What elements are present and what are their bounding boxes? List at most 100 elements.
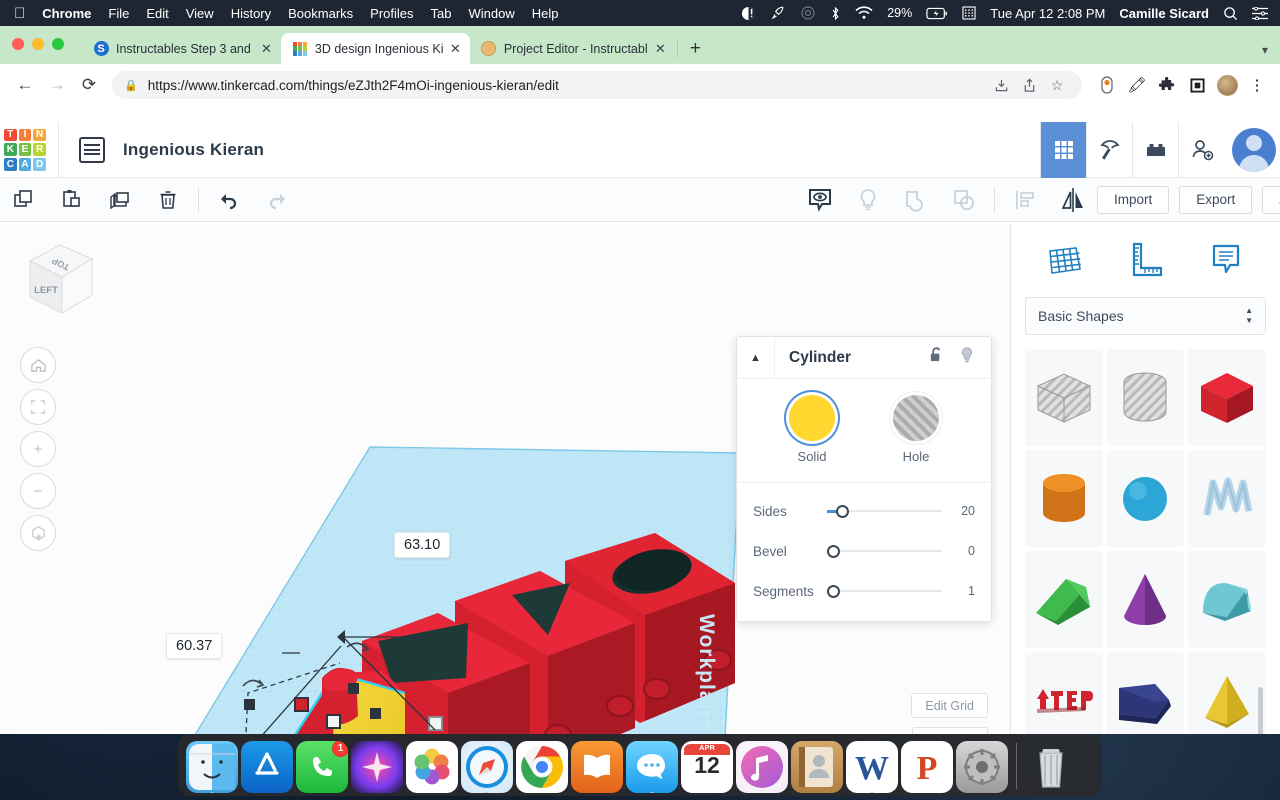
dock-calendar[interactable]: APR 12 bbox=[681, 741, 733, 793]
solid-option[interactable]: Solid bbox=[789, 395, 835, 464]
back-button[interactable]: ← bbox=[10, 70, 40, 100]
home-icon[interactable] bbox=[20, 347, 56, 383]
screen-mirroring-icon[interactable] bbox=[800, 5, 816, 21]
grid-icon[interactable] bbox=[1040, 121, 1086, 178]
dock-books[interactable] bbox=[571, 741, 623, 793]
unlock-icon[interactable] bbox=[928, 346, 945, 369]
shape-text[interactable] bbox=[1025, 652, 1103, 734]
puzzle-extensions-icon[interactable] bbox=[1154, 72, 1180, 98]
dock-facetime[interactable]: 1 bbox=[296, 741, 348, 793]
shape-half-cylinder[interactable] bbox=[1188, 551, 1266, 648]
brick-icon[interactable] bbox=[1132, 121, 1178, 178]
dock-siri[interactable] bbox=[351, 741, 403, 793]
dock-word[interactable]: W bbox=[846, 741, 898, 793]
delete-icon[interactable] bbox=[144, 178, 192, 222]
menu-bookmarks[interactable]: Bookmarks bbox=[288, 6, 353, 21]
chevron-up-icon[interactable]: ▲ bbox=[737, 336, 775, 379]
width-dimension-label[interactable]: 60.37 bbox=[166, 633, 223, 659]
notification-icon[interactable] bbox=[741, 6, 756, 21]
address-bar[interactable]: 🔒 https://www.tinkercad.com/things/eZJth… bbox=[112, 71, 1082, 99]
shape-cone[interactable] bbox=[1106, 551, 1185, 648]
reload-button[interactable]: ⟳ bbox=[74, 70, 104, 100]
clock[interactable]: Tue Apr 12 2:08 PM bbox=[990, 6, 1105, 21]
menu-chrome[interactable]: Chrome bbox=[42, 6, 91, 21]
spotlight-search-icon[interactable] bbox=[1223, 6, 1238, 21]
dock-itunes[interactable] bbox=[736, 741, 788, 793]
pencil-extension-icon[interactable]: 🖍 bbox=[1124, 72, 1150, 98]
add-person-icon[interactable] bbox=[1178, 121, 1224, 178]
project-menu-icon[interactable] bbox=[79, 136, 105, 163]
close-window-button[interactable] bbox=[12, 38, 24, 50]
apple-menu-icon[interactable]:  bbox=[14, 6, 25, 21]
edit-grid-button[interactable]: Edit Grid bbox=[911, 693, 988, 718]
shape-box-hole[interactable] bbox=[1025, 349, 1103, 446]
dock-finder[interactable] bbox=[186, 741, 238, 793]
menu-help[interactable]: Help bbox=[532, 6, 559, 21]
user-name[interactable]: Camille Sicard bbox=[1119, 6, 1209, 21]
menu-tab[interactable]: Tab bbox=[431, 6, 452, 21]
menu-history[interactable]: History bbox=[231, 6, 271, 21]
dock-messages[interactable] bbox=[626, 741, 678, 793]
forward-button[interactable]: → bbox=[42, 70, 72, 100]
zoom-in-icon[interactable]: + bbox=[20, 431, 56, 467]
segments-slider[interactable] bbox=[827, 584, 941, 598]
minimize-window-button[interactable] bbox=[32, 38, 44, 50]
new-tab-button[interactable]: + bbox=[680, 38, 711, 64]
close-tab-icon[interactable]: ✕ bbox=[655, 41, 666, 57]
snap-grid-select[interactable]: 1.0 mm ▲ bbox=[912, 727, 988, 734]
bluetooth-icon[interactable] bbox=[830, 6, 841, 21]
dock-app-store[interactable] bbox=[241, 741, 293, 793]
shape-category-select[interactable]: Basic Shapes ▲ ▼ bbox=[1025, 297, 1266, 335]
dock-safari[interactable] bbox=[461, 741, 513, 793]
keyboard-input-icon[interactable] bbox=[962, 6, 976, 20]
shape-library-grid[interactable] bbox=[1025, 349, 1266, 734]
menu-edit[interactable]: Edit bbox=[146, 6, 168, 21]
menu-window[interactable]: Window bbox=[469, 6, 515, 21]
shape-arrow[interactable] bbox=[1106, 652, 1185, 734]
shape-pyramid[interactable] bbox=[1188, 652, 1266, 734]
duplicate-icon[interactable] bbox=[96, 178, 144, 222]
chrome-menu-icon[interactable]: ⋮ bbox=[1244, 72, 1270, 98]
profile-avatar[interactable] bbox=[1214, 72, 1240, 98]
group-icon[interactable] bbox=[892, 178, 940, 222]
visibility-icon[interactable] bbox=[796, 178, 844, 222]
dock-contacts[interactable] bbox=[791, 741, 843, 793]
fit-view-icon[interactable] bbox=[20, 389, 56, 425]
export-button[interactable]: Export bbox=[1179, 185, 1253, 214]
dock-photos[interactable] bbox=[406, 741, 458, 793]
bookmark-star-icon[interactable]: ☆ bbox=[1044, 72, 1070, 98]
workplane-icon[interactable] bbox=[1042, 236, 1088, 282]
install-app-icon[interactable] bbox=[988, 72, 1014, 98]
capsule-extension-icon[interactable] bbox=[1094, 72, 1120, 98]
dock-system-preferences[interactable] bbox=[956, 741, 1008, 793]
send-to-button[interactable]: Send To bbox=[1262, 185, 1280, 215]
solid-swatch[interactable] bbox=[789, 395, 835, 441]
close-tab-icon[interactable]: ✕ bbox=[261, 41, 272, 57]
close-tab-icon[interactable]: ✕ bbox=[450, 41, 461, 57]
dock-chrome[interactable] bbox=[516, 741, 568, 793]
lightbulb-icon[interactable] bbox=[959, 346, 975, 369]
tab-project-editor[interactable]: Project Editor - Instructables ✕ bbox=[470, 33, 675, 64]
share-icon[interactable] bbox=[1016, 72, 1042, 98]
sides-slider[interactable] bbox=[827, 504, 941, 518]
lightbulb-icon[interactable] bbox=[844, 178, 892, 222]
tab-list-chevron-icon[interactable]: ▾ bbox=[1262, 43, 1280, 64]
tab-tinkercad-design[interactable]: 3D design Ingenious Kieran | Ti ✕ bbox=[280, 33, 470, 64]
3d-canvas[interactable]: TOP LEFT + − Workplane 60.37 63.10 ▲ Cyl… bbox=[0, 223, 1010, 734]
avatar[interactable] bbox=[1232, 127, 1276, 172]
mirror-icon[interactable] bbox=[1049, 178, 1097, 222]
redo-icon[interactable] bbox=[253, 178, 301, 222]
shape-sphere[interactable] bbox=[1106, 450, 1185, 547]
hole-swatch[interactable] bbox=[893, 395, 939, 441]
shape-cylinder-hole[interactable] bbox=[1106, 349, 1185, 446]
menu-file[interactable]: File bbox=[108, 6, 129, 21]
copy-icon[interactable] bbox=[0, 178, 48, 222]
menu-view[interactable]: View bbox=[186, 6, 214, 21]
undo-icon[interactable] bbox=[205, 178, 253, 222]
shape-box[interactable] bbox=[1188, 349, 1266, 446]
rocket-icon[interactable] bbox=[770, 5, 786, 21]
ungroup-icon[interactable] bbox=[940, 178, 988, 222]
zoom-out-icon[interactable]: − bbox=[20, 473, 56, 509]
perspective-icon[interactable] bbox=[20, 515, 56, 551]
paste-icon[interactable] bbox=[48, 178, 96, 222]
